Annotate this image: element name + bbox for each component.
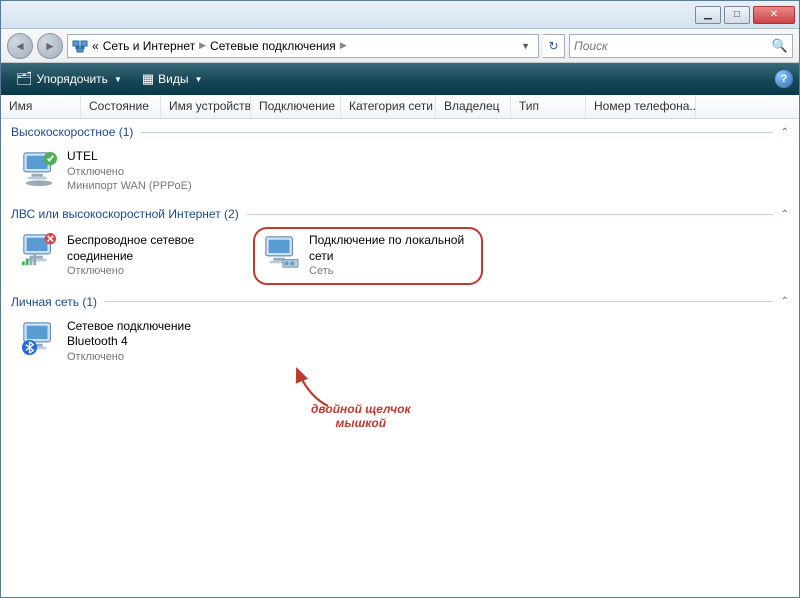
item-name: UTEL (67, 149, 192, 165)
annotation-text: двойной щелчок мышкой (311, 402, 411, 431)
group-title: Личная сеть (1) (11, 295, 97, 309)
column-header[interactable]: Состояние (81, 95, 161, 118)
connection-icon (17, 231, 61, 271)
item-name: Беспроводное сетевое соединение (67, 233, 239, 264)
content-area: двойной щелчок мышкой Высокоскоростное (… (1, 119, 799, 376)
group-divider (247, 214, 773, 215)
breadcrumb-part[interactable]: Сеть и Интернет (103, 39, 195, 53)
search-box[interactable]: 🔍 (569, 34, 793, 58)
location-icon (72, 38, 88, 54)
organize-icon: 🗂 (16, 71, 33, 87)
column-header[interactable]: Номер телефона... (586, 95, 696, 118)
column-header[interactable]: Имя (1, 95, 81, 118)
connection-item[interactable]: Беспроводное сетевое соединениеОтключено (13, 227, 243, 284)
breadcrumb-prefix: « (92, 39, 99, 53)
address-bar[interactable]: « Сеть и Интернет ▶ Сетевые подключения … (67, 34, 539, 58)
connection-item[interactable]: Сетевое подключение Bluetooth 4Отключено (13, 315, 243, 368)
annotation-line1: двойной щелчок (311, 402, 411, 416)
address-row: ◄ ► « Сеть и Интернет ▶ Сетевые подключе… (1, 29, 799, 63)
window-titlebar: ▁ □ ✕ (1, 1, 799, 29)
item-status: Отключено (67, 350, 239, 364)
breadcrumb-separator-icon: ▶ (340, 40, 347, 51)
views-label: Виды (158, 72, 188, 86)
organize-button[interactable]: 🗂 Упорядочить ▼ (7, 67, 131, 91)
search-icon[interactable]: 🔍 (772, 38, 788, 54)
collapse-icon[interactable]: ⌃ (781, 296, 789, 307)
breadcrumb-separator-icon: ▶ (199, 40, 206, 51)
search-input[interactable] (574, 39, 772, 53)
connection-item[interactable]: Подключение по локальной сетиСеть (253, 227, 483, 284)
collapse-icon[interactable]: ⌃ (781, 127, 789, 138)
group-header[interactable]: Высокоскоростное (1) ⌃ (1, 121, 799, 143)
views-icon: ▦ (142, 71, 154, 87)
item-name: Сетевое подключение Bluetooth 4 (67, 319, 239, 350)
minimize-button[interactable]: ▁ (695, 6, 721, 24)
connection-icon (17, 149, 61, 189)
group-title: ЛВС или высокоскоростной Интернет (2) (11, 207, 239, 221)
column-header[interactable]: Подключение (251, 95, 341, 118)
column-header[interactable]: Категория сети (341, 95, 436, 118)
collapse-icon[interactable]: ⌃ (781, 209, 789, 220)
address-dropdown-icon[interactable]: ▼ (517, 41, 534, 51)
group-divider (105, 301, 773, 302)
item-status: Отключено (67, 264, 239, 278)
nav-forward-button[interactable]: ► (37, 33, 63, 59)
group-items: UTELОтключеноМинипорт WAN (PPPoE) (1, 143, 799, 203)
group-items: Сетевое подключение Bluetooth 4Отключено (1, 313, 799, 374)
item-status: Отключено (67, 165, 192, 179)
connection-item[interactable]: UTELОтключеноМинипорт WAN (PPPoE) (13, 145, 243, 197)
column-header[interactable]: Имя устройства (161, 95, 251, 118)
toolbar: 🗂 Упорядочить ▼ ▦ Виды ▼ ? (1, 63, 799, 95)
connection-icon (259, 233, 303, 273)
group-header[interactable]: Личная сеть (1) ⌃ (1, 291, 799, 313)
maximize-button[interactable]: □ (724, 6, 750, 24)
column-header[interactable]: Тип (511, 95, 586, 118)
refresh-button[interactable]: ↻ (543, 34, 565, 58)
views-button[interactable]: ▦ Виды ▼ (133, 67, 212, 91)
group-items: Беспроводное сетевое соединениеОтключено… (1, 225, 799, 290)
item-name: Подключение по локальной сети (309, 233, 473, 264)
breadcrumb-part[interactable]: Сетевые подключения (210, 39, 336, 53)
connection-icon (17, 319, 61, 359)
column-header[interactable]: Владелец (436, 95, 511, 118)
help-button[interactable]: ? (775, 70, 793, 88)
annotation-line2: мышкой (311, 416, 411, 430)
group-divider (141, 132, 772, 133)
item-status: Сеть (309, 264, 473, 278)
close-button[interactable]: ✕ (753, 6, 795, 24)
group-header[interactable]: ЛВС или высокоскоростной Интернет (2) ⌃ (1, 203, 799, 225)
item-device: Минипорт WAN (PPPoE) (67, 179, 192, 193)
organize-label: Упорядочить (37, 72, 108, 86)
column-headers: ИмяСостояниеИмя устройстваПодключениеКат… (1, 95, 799, 119)
group-title: Высокоскоростное (1) (11, 125, 133, 139)
nav-back-button[interactable]: ◄ (7, 33, 33, 59)
chevron-down-icon: ▼ (195, 75, 203, 84)
chevron-down-icon: ▼ (114, 75, 122, 84)
